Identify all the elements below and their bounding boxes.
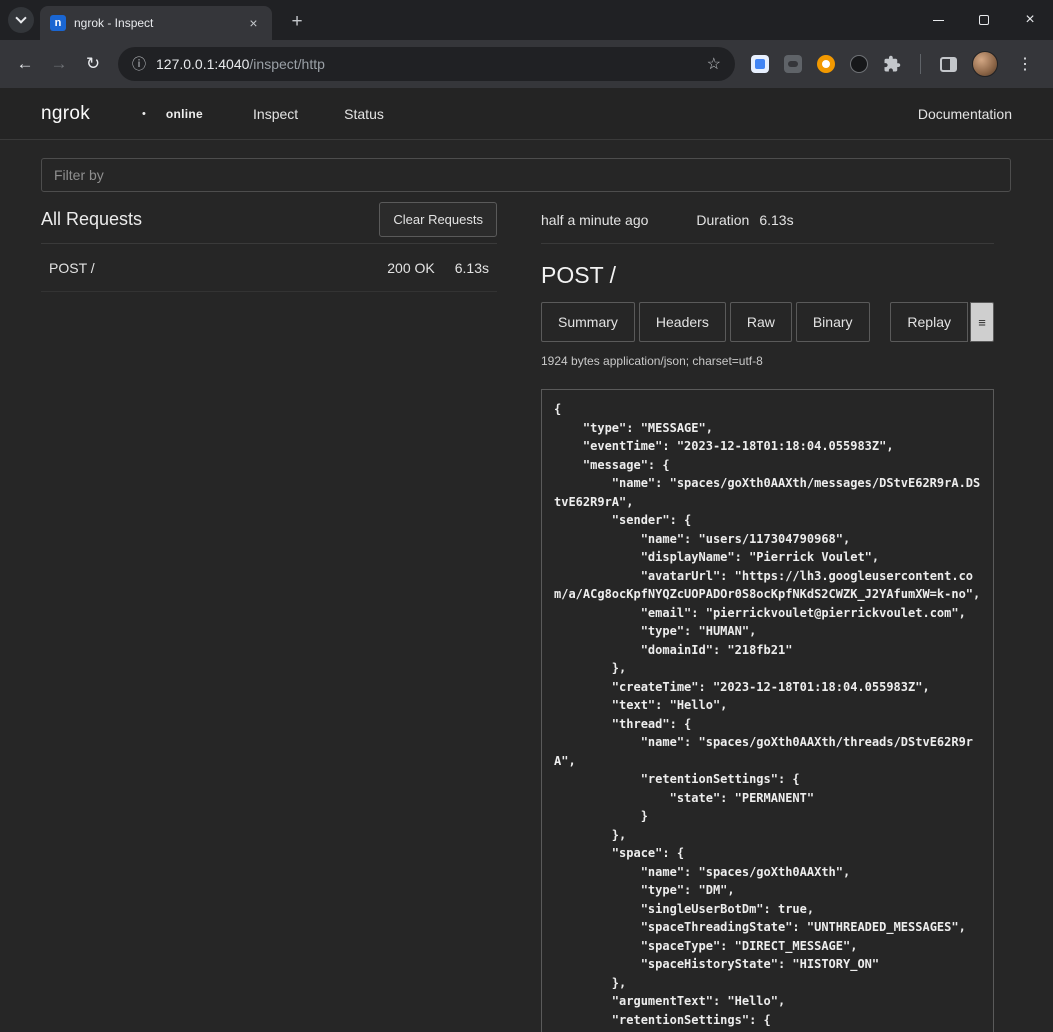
browser-tab[interactable]: n ngrok - Inspect ×: [40, 6, 272, 40]
extension-icon-1[interactable]: [751, 55, 769, 73]
minimize-button[interactable]: [915, 0, 961, 40]
url-bar[interactable]: ⓘ 127.0.0.1:4040/inspect/http ☆: [118, 47, 735, 81]
status-dot-icon: •: [142, 108, 146, 120]
new-tab-button[interactable]: +: [284, 9, 310, 35]
maximize-button[interactable]: [961, 0, 1007, 40]
url-text: 127.0.0.1:4040/inspect/http: [156, 56, 697, 72]
ngrok-logo[interactable]: ngrok: [41, 103, 90, 125]
requests-panel: All Requests Clear Requests POST / 200 O…: [41, 196, 497, 1032]
chevron-down-icon: [15, 12, 26, 23]
back-button[interactable]: ←: [8, 47, 42, 81]
status-online: online: [166, 107, 203, 121]
minimize-icon: [933, 20, 944, 21]
request-method-path: POST /: [49, 260, 95, 276]
forward-button[interactable]: →: [42, 47, 76, 81]
request-info-row: half a minute ago Duration 6.13s: [541, 196, 994, 244]
inspect-content: All Requests Clear Requests POST / 200 O…: [0, 140, 1053, 1032]
url-host: 127.0.0.1:4040: [156, 56, 249, 72]
extension-icon-2[interactable]: [784, 55, 802, 73]
request-duration: 6.13s: [455, 260, 489, 276]
toolbar-divider: [920, 54, 921, 74]
tab-close-icon[interactable]: ×: [245, 15, 262, 32]
ngrok-header: ngrok • online Inspect Status Documentat…: [0, 88, 1053, 140]
close-icon: ×: [1025, 12, 1034, 28]
maximize-icon: [979, 15, 989, 25]
json-body: { "type": "MESSAGE", "eventTime": "2023-…: [554, 400, 981, 1029]
duration-value: 6.13s: [759, 212, 793, 228]
filter-input[interactable]: [41, 158, 1011, 192]
side-panel-icon[interactable]: [940, 57, 957, 72]
documentation-link[interactable]: Documentation: [918, 106, 1012, 122]
tab-search-button[interactable]: [8, 7, 34, 33]
ngrok-favicon: n: [50, 15, 66, 31]
request-detail-panel: half a minute ago Duration 6.13s POST / …: [541, 196, 994, 1032]
window-controls: ×: [915, 0, 1053, 40]
all-requests-title: All Requests: [41, 209, 142, 230]
detail-tabs: Summary Headers Raw Binary Replay ≡: [541, 302, 994, 342]
browser-toolbar: ← → ↻ ⓘ 127.0.0.1:4040/inspect/http ☆ ⋮: [0, 40, 1053, 88]
extensions-area: ⋮: [743, 51, 1045, 77]
ngrok-inspect-page: ngrok • online Inspect Status Documentat…: [0, 88, 1053, 1032]
tab-raw[interactable]: Raw: [730, 302, 792, 342]
browser-frame: n ngrok - Inspect × + × ← → ↻ ⓘ 127.0.0.…: [0, 0, 1053, 88]
nav-status[interactable]: Status: [344, 106, 384, 122]
request-status: 200 OK: [387, 260, 434, 276]
nav-inspect[interactable]: Inspect: [253, 106, 298, 122]
reload-button[interactable]: ↻: [76, 47, 110, 81]
request-time-ago: half a minute ago: [541, 212, 648, 228]
replay-group: Replay ≡: [890, 302, 994, 342]
close-button[interactable]: ×: [1007, 0, 1053, 40]
replay-button[interactable]: Replay: [890, 302, 968, 342]
duration-label: Duration: [696, 212, 749, 228]
request-row[interactable]: POST / 200 OK 6.13s: [41, 244, 497, 292]
request-title: POST /: [541, 262, 994, 289]
extension-icon-4[interactable]: [850, 55, 868, 73]
url-path: /inspect/http: [249, 56, 325, 72]
bookmark-star-icon[interactable]: ☆: [707, 54, 721, 74]
site-info-icon[interactable]: ⓘ: [132, 54, 146, 74]
browser-menu-icon[interactable]: ⋮: [1013, 54, 1037, 74]
profile-avatar[interactable]: [972, 51, 998, 77]
tab-headers[interactable]: Headers: [639, 302, 726, 342]
extensions-puzzle-icon[interactable]: [883, 55, 901, 73]
requests-panel-header: All Requests Clear Requests: [41, 196, 497, 244]
response-body-box: { "type": "MESSAGE", "eventTime": "2023-…: [541, 389, 994, 1032]
extension-icon-3[interactable]: [817, 55, 835, 73]
clear-requests-button[interactable]: Clear Requests: [379, 202, 497, 237]
tab-summary[interactable]: Summary: [541, 302, 635, 342]
tab-strip: n ngrok - Inspect × + ×: [0, 0, 1053, 40]
replay-menu-icon: ≡: [978, 315, 986, 330]
tab-binary[interactable]: Binary: [796, 302, 870, 342]
replay-dropdown-button[interactable]: ≡: [970, 302, 994, 342]
tab-title: ngrok - Inspect: [74, 16, 237, 30]
content-meta: 1924 bytes application/json; charset=utf…: [541, 354, 994, 368]
